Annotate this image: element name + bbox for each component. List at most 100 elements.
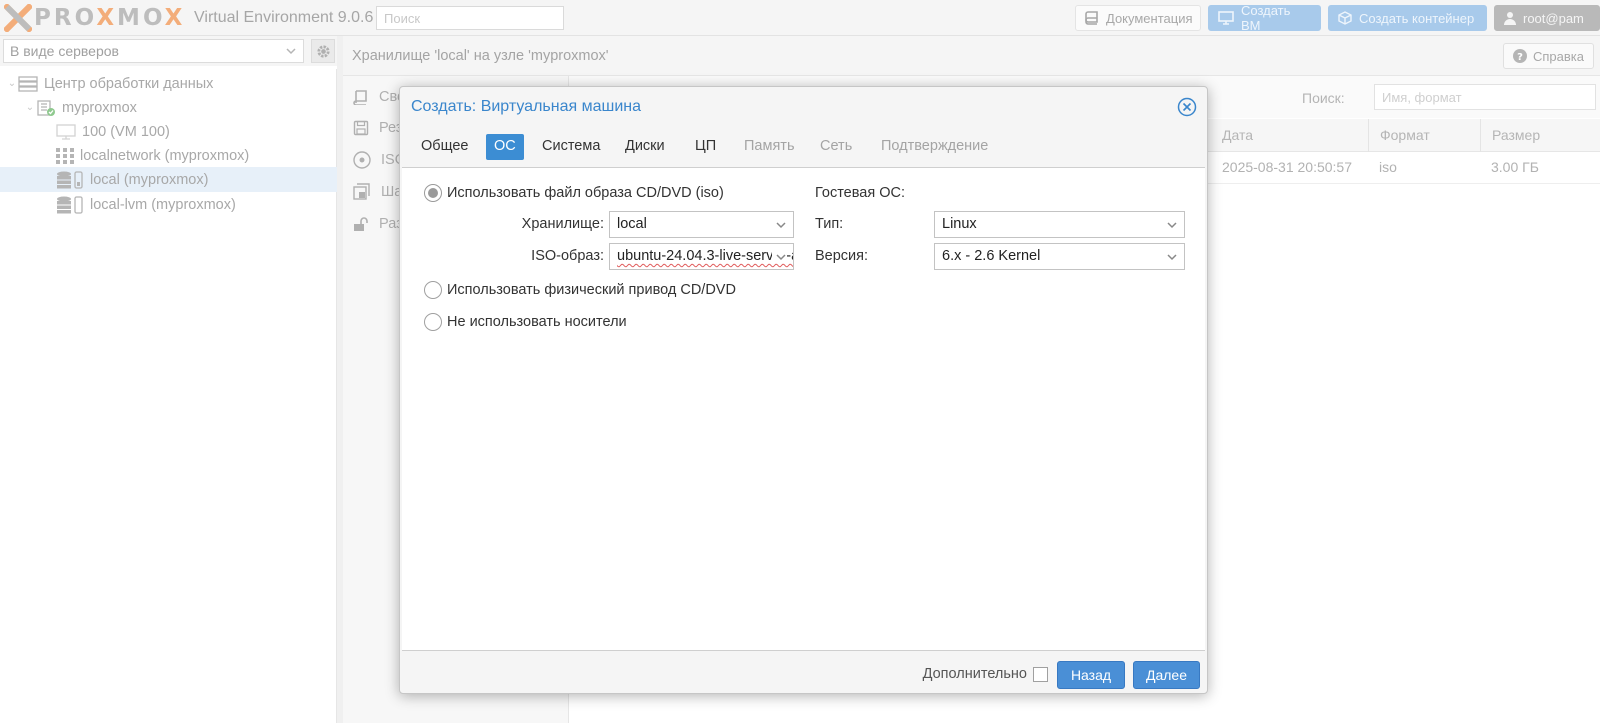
guest-os-title: Гостевая ОС: <box>815 185 906 201</box>
tab-os[interactable]: ОС <box>486 134 524 160</box>
create-container-button[interactable]: Создать контейнер <box>1328 5 1487 31</box>
chevron-down-icon <box>1166 252 1178 262</box>
tree-item-datacenter[interactable]: ⌄ Центр обработки данных <box>0 71 337 96</box>
template-icon <box>353 183 371 201</box>
tree-label: local (myproxmox) <box>90 171 209 188</box>
proxmox-x-icon <box>4 4 32 32</box>
column-date[interactable]: Дата <box>1211 119 1368 152</box>
documentation-button[interactable]: Документация <box>1075 5 1201 31</box>
server-view-select[interactable]: В виде серверов <box>3 39 304 63</box>
radio-unchecked-icon <box>424 281 442 299</box>
unlock-icon <box>353 216 369 232</box>
tree-item-storage-local[interactable]: local (myproxmox) <box>0 167 337 192</box>
advanced-toggle[interactable]: Дополнительно <box>923 666 1048 682</box>
tree-item-storage-local-lvm[interactable]: local-lvm (myproxmox) <box>0 192 337 217</box>
storage-label: Хранилище: <box>521 216 604 232</box>
os-type-label: Тип: <box>815 216 844 232</box>
help-button[interactable]: ? Справка <box>1503 43 1594 69</box>
radio-physical-drive-label: Использовать физический привод CD/DVD <box>447 282 736 298</box>
advanced-label: Дополнительно <box>922 666 1027 682</box>
dialog-body: Использовать файл образа CD/DVD (iso) Хр… <box>402 167 1205 651</box>
iso-image-select[interactable]: ubuntu-24.04.3-live-server-amd64.iso <box>609 243 794 270</box>
os-version-label: Версия: <box>815 248 869 264</box>
tab-cpu[interactable]: ЦП <box>695 134 716 160</box>
tree-item-sdn[interactable]: localnetwork (myproxmox) <box>0 143 337 168</box>
subnav-item-summary[interactable]: Све <box>353 86 405 108</box>
collapse-toggle[interactable]: ⌄ <box>6 78 18 89</box>
column-format[interactable]: Формат <box>1368 119 1480 152</box>
radio-unchecked-icon <box>424 313 442 331</box>
create-vm-dialog: Создать: Виртуальная машина Общее ОС Сис… <box>399 86 1208 694</box>
column-size[interactable]: Размер <box>1480 119 1600 152</box>
global-search-input[interactable] <box>376 6 564 30</box>
radio-checked-icon <box>424 184 442 202</box>
resource-tree: ⌄ Центр обработки данных ⌄ myproxmox 100… <box>0 69 337 723</box>
subnav-item-templates[interactable]: Ша <box>353 181 402 203</box>
floppy-icon <box>353 120 369 136</box>
product-version: Virtual Environment 9.0.6 <box>194 9 374 26</box>
tree-item-vm[interactable]: 100 (VM 100) <box>0 119 337 144</box>
subnav-item-backups[interactable]: Рез <box>353 117 402 139</box>
radio-no-media-label: Не использовать носители <box>447 314 627 330</box>
view-bar: В виде серверов <box>0 36 337 66</box>
sdn-icon <box>56 147 74 164</box>
close-button[interactable] <box>1177 97 1197 117</box>
node-icon <box>36 99 56 117</box>
dialog-title: Создать: Виртуальная машина <box>411 98 641 115</box>
tab-network: Сеть <box>820 138 853 154</box>
chevron-down-icon <box>285 45 297 57</box>
advanced-checkbox[interactable] <box>1033 666 1048 682</box>
next-button[interactable]: Далее <box>1133 661 1200 689</box>
tab-system[interactable]: Система <box>542 134 600 160</box>
help-label: Справка <box>1533 48 1584 64</box>
os-version-select[interactable]: 6.x - 2.6 Kernel <box>934 243 1185 270</box>
cell-format: iso <box>1379 159 1397 175</box>
iso-image-value: ubuntu-24.04.3-live-server-amd64.iso <box>617 248 793 264</box>
disc-icon <box>353 151 371 169</box>
create-vm-label: Создать ВМ <box>1241 3 1291 33</box>
tree-label: 100 (VM 100) <box>82 123 170 140</box>
subnav-item-permissions[interactable]: Раз <box>353 213 403 235</box>
server-view-value: В виде серверов <box>10 43 119 59</box>
user-menu-button[interactable]: root@pam <box>1494 5 1600 31</box>
storage-select[interactable]: local <box>609 211 794 238</box>
tab-memory: Память <box>744 138 795 154</box>
tab-general[interactable]: Общее <box>421 134 468 160</box>
tree-settings-button[interactable] <box>311 39 335 63</box>
radio-no-media[interactable]: Не использовать носители <box>424 312 627 332</box>
radio-use-iso[interactable]: Использовать файл образа CD/DVD (iso) <box>424 183 724 203</box>
tree-label: local-lvm (myproxmox) <box>90 196 236 213</box>
user-label: root@pam <box>1523 10 1584 26</box>
svg-text:?: ? <box>1517 52 1523 63</box>
vm-icon <box>56 123 76 140</box>
os-type-select[interactable]: Linux <box>934 211 1185 238</box>
user-icon <box>1504 11 1516 25</box>
top-bar: PROXMOX Virtual Environment 9.0.6 Докуме… <box>0 0 1600 36</box>
tree-label: localnetwork (myproxmox) <box>80 147 250 164</box>
os-version-value: 6.x - 2.6 Kernel <box>942 248 1041 264</box>
iso-image-label: ISO-образ: <box>531 248 604 264</box>
back-button[interactable]: Назад <box>1057 661 1125 689</box>
proxmox-logo[interactable]: PROXMOX <box>4 3 185 33</box>
storage-icon <box>56 195 84 214</box>
chevron-down-icon <box>775 220 787 230</box>
iso-search-input[interactable] <box>1374 84 1596 110</box>
os-type-value: Linux <box>942 216 977 232</box>
radio-use-iso-label: Использовать файл образа CD/DVD (iso) <box>447 185 724 201</box>
tab-confirm: Подтверждение <box>881 138 989 154</box>
chevron-down-icon <box>772 252 787 262</box>
search-label: Поиск: <box>1302 90 1345 106</box>
question-circle-icon: ? <box>1513 49 1527 63</box>
cube-icon <box>1338 11 1352 25</box>
book-icon <box>1085 11 1099 25</box>
dialog-footer: Дополнительно Назад Далее <box>400 654 1207 694</box>
radio-physical-drive[interactable]: Использовать физический привод CD/DVD <box>424 280 736 300</box>
tree-item-node[interactable]: ⌄ myproxmox <box>0 95 337 120</box>
tab-disks[interactable]: Диски <box>625 134 665 160</box>
content-header: Хранилище 'local' на узле 'myproxmox' ? … <box>343 36 1600 76</box>
cell-size: 3.00 ГБ <box>1491 159 1539 175</box>
create-vm-button[interactable]: Создать ВМ <box>1208 3 1321 33</box>
tree-label: Центр обработки данных <box>44 75 214 92</box>
collapse-toggle[interactable]: ⌄ <box>24 102 36 113</box>
storage-icon <box>56 170 84 189</box>
